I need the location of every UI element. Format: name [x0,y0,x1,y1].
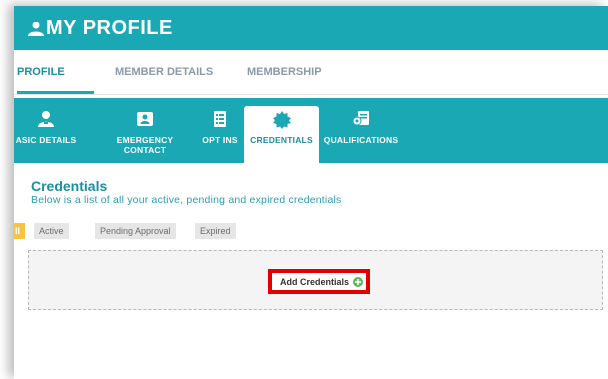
sub-tab-label: QUALIFICATIONS [323,135,399,145]
sub-tab-opt-ins[interactable]: OPT INS [195,98,245,163]
main-tabs: PROFILE MEMBER DETAILS MEMBERSHIP [14,50,608,95]
checklist-icon [214,111,226,127]
sub-tab-label: EMERGENCY CONTACT [106,135,184,155]
profile-sub-tabs: ASIC DETAILS EMERGENCY CONTACT OPT INS C… [14,98,608,163]
user-details-icon [38,111,54,127]
certificate-icon [352,111,369,126]
filter-label: Active [39,226,64,236]
add-credentials-button[interactable]: Add Credentials [268,269,370,294]
credentials-panel: Add Credentials [28,250,603,310]
section-title: Credentials [31,178,108,194]
sub-tab-emergency-contact[interactable]: EMERGENCY CONTACT [106,98,184,163]
filter-label: ll [15,226,21,236]
profile-window: MY PROFILE PROFILE MEMBER DETAILS MEMBER… [14,6,608,379]
user-icon [28,22,44,36]
filter-active[interactable]: Active [34,223,69,239]
tab-member-details[interactable]: MEMBER DETAILS [115,50,213,94]
section-description: Below is a list of all your active, pend… [31,194,342,206]
sub-tab-label: OPT INS [202,135,238,145]
sub-tab-basic-details[interactable]: ASIC DETAILS [14,98,84,163]
tab-label: PROFILE [17,66,65,78]
contact-card-icon [137,112,153,126]
badge-icon [272,111,291,129]
title-bar: MY PROFILE [14,6,608,50]
tab-profile[interactable]: PROFILE [17,50,94,94]
sub-tab-qualifications[interactable]: QUALIFICATIONS [320,98,402,163]
sub-tab-label: CREDENTIALS [250,135,313,145]
tab-label: MEMBER DETAILS [115,66,214,78]
tab-membership[interactable]: MEMBERSHIP [247,50,322,94]
sub-tab-label-line2: CONTACT [123,145,167,155]
filter-all[interactable]: ll [14,223,26,239]
filter-pending-approval[interactable]: Pending Approval [95,223,176,239]
tab-label: MEMBERSHIP [247,66,322,78]
page-title: MY PROFILE [46,17,173,39]
plus-circle-icon [353,277,363,287]
filter-expired[interactable]: Expired [195,223,236,239]
add-credentials-label: Add Credentials [280,277,350,287]
sub-tab-label-line1: EMERGENCY [116,135,174,145]
sub-tab-credentials[interactable]: CREDENTIALS [244,106,319,163]
filter-label: Expired [200,226,231,236]
sub-tab-label: ASIC DETAILS [15,135,77,145]
filter-label: Pending Approval [100,226,171,236]
